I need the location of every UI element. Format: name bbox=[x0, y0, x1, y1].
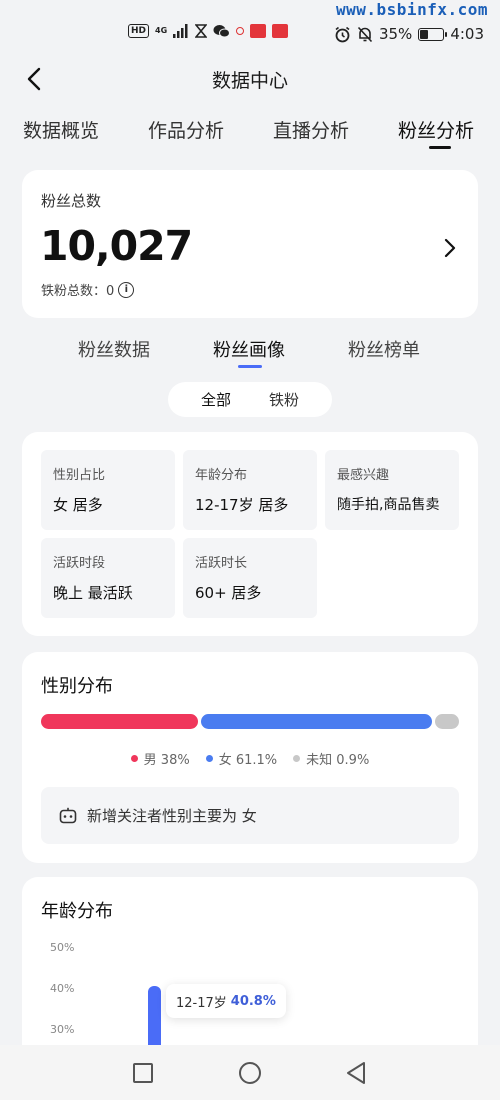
header: 数据中心 bbox=[0, 60, 500, 100]
tile-value: 随手拍,商品售卖 bbox=[337, 497, 440, 513]
status-icons-left: HD 4G bbox=[128, 24, 289, 38]
hourglass-icon bbox=[195, 24, 208, 38]
legend-dot bbox=[293, 755, 301, 762]
tab-works-analysis[interactable]: 作品分析 bbox=[148, 116, 224, 143]
top-tabs: 数据概览 作品分析 直播分析 粉丝分析 bbox=[0, 112, 500, 158]
bar-tooltip: 12-17岁 40.8% bbox=[166, 984, 286, 1018]
legend-unknown: 未知 0.9% bbox=[293, 749, 369, 768]
fans-total-label: 粉丝总数 bbox=[41, 192, 102, 210]
tile-top-interest: 最感兴趣 随手拍,商品售卖 bbox=[325, 450, 459, 530]
y-tick-label: 40% bbox=[50, 982, 75, 995]
tile-value: 女 居多 bbox=[53, 496, 103, 514]
legend-dot bbox=[205, 755, 213, 762]
tile-label: 活跃时段 bbox=[53, 556, 106, 571]
system-nav-bar bbox=[0, 1045, 500, 1100]
legend-label: 男 38% bbox=[143, 753, 190, 768]
subtab-fans-portrait[interactable]: 粉丝画像 bbox=[213, 336, 285, 362]
tab-overview[interactable]: 数据概览 bbox=[23, 116, 99, 143]
recent-apps-icon[interactable] bbox=[129, 1059, 157, 1087]
iron-fans-row: 铁粉总数：0 i bbox=[41, 280, 135, 299]
legend-label: 未知 0.9% bbox=[306, 753, 370, 768]
tile-gender-ratio: 性别占比 女 居多 bbox=[41, 450, 175, 530]
subtab-indicator bbox=[238, 365, 262, 368]
battery-percent: 35% bbox=[378, 25, 413, 43]
home-icon[interactable] bbox=[236, 1059, 264, 1087]
tile-active-period: 活跃时段 晚上 最活跃 bbox=[41, 538, 175, 618]
hd-icon: HD bbox=[128, 24, 150, 38]
tile-label: 性别占比 bbox=[53, 468, 106, 483]
filter-toggle: 全部 铁粉 bbox=[168, 382, 332, 417]
legend-dot bbox=[130, 755, 138, 762]
tile-label: 年龄分布 bbox=[195, 468, 248, 483]
tile-label: 最感兴趣 bbox=[337, 468, 390, 483]
gender-distribution-card: 性别分布 男 38% 女 61.1% 未知 0.9% 新增关注者性别主要为 女 bbox=[22, 652, 478, 863]
info-icon[interactable]: i bbox=[118, 281, 135, 298]
y-tick-label: 50% bbox=[50, 941, 75, 954]
tooltip-value: 40.8% bbox=[230, 993, 276, 1009]
robot-icon bbox=[59, 807, 77, 824]
active-tab-indicator bbox=[429, 146, 451, 149]
portrait-summary-card: 性别占比 女 居多 年龄分布 12-17岁 居多 最感兴趣 随手拍,商品售卖 活… bbox=[22, 432, 478, 636]
fans-total-count: 10,027 bbox=[40, 222, 193, 270]
notification-dot-icon bbox=[236, 27, 245, 35]
tooltip-category: 12-17岁 bbox=[176, 995, 227, 1011]
wechat-icon bbox=[213, 25, 231, 38]
y-tick-label: 30% bbox=[50, 1023, 75, 1036]
mute-bell-icon bbox=[357, 26, 373, 42]
tile-value: 晚上 最活跃 bbox=[53, 584, 133, 602]
legend-label: 女 61.1% bbox=[218, 753, 278, 768]
subtab-fans-data[interactable]: 粉丝数据 bbox=[78, 336, 150, 362]
tab-live-analysis[interactable]: 直播分析 bbox=[273, 116, 349, 143]
iron-fans-label: 铁粉总数：0 bbox=[41, 284, 115, 299]
app-notification-icon-2 bbox=[272, 24, 289, 38]
tab-fans-analysis[interactable]: 粉丝分析 bbox=[398, 116, 474, 143]
status-bar: HD 4G www.bsbinfx.com 35% 4:03 bbox=[0, 0, 500, 60]
app-notification-icon bbox=[250, 24, 267, 38]
insight-text: 新增关注者性别主要为 女 bbox=[87, 807, 257, 825]
tile-age-distribution: 年龄分布 12-17岁 居多 bbox=[183, 450, 317, 530]
signal-icon bbox=[173, 24, 188, 38]
status-icons-right: 35% 4:03 bbox=[334, 25, 484, 43]
subtab-fans-ranking[interactable]: 粉丝榜单 bbox=[348, 336, 420, 362]
toggle-iron-fans[interactable]: 铁粉 bbox=[269, 389, 299, 410]
watermark: www.bsbinfx.com bbox=[336, 0, 488, 19]
tile-label: 活跃时长 bbox=[195, 556, 248, 571]
legend-male: 男 38% bbox=[130, 749, 190, 768]
section-title: 年龄分布 bbox=[41, 901, 113, 922]
tile-active-duration: 活跃时长 60+ 居多 bbox=[183, 538, 317, 618]
gender-bar-segment-女 bbox=[200, 714, 432, 729]
alarm-icon bbox=[335, 26, 350, 42]
page-title: 数据中心 bbox=[211, 70, 288, 92]
back-triangle-icon[interactable] bbox=[342, 1059, 370, 1087]
legend-female: 女 61.1% bbox=[205, 749, 278, 768]
gender-insight-note: 新增关注者性别主要为 女 bbox=[41, 787, 459, 844]
fans-total-card[interactable]: 粉丝总数 10,027 铁粉总数：0 i bbox=[22, 170, 478, 318]
gender-bar-segment-未知 bbox=[435, 714, 459, 729]
chevron-right-icon[interactable] bbox=[440, 236, 460, 260]
tile-value: 12-17岁 居多 bbox=[195, 496, 289, 514]
tile-value: 60+ 居多 bbox=[195, 584, 262, 602]
section-title: 性别分布 bbox=[41, 676, 113, 697]
gender-bar-segment-男 bbox=[41, 714, 198, 729]
toggle-all[interactable]: 全部 bbox=[201, 389, 231, 410]
clock: 4:03 bbox=[450, 25, 484, 43]
gender-legend: 男 38% 女 61.1% 未知 0.9% bbox=[22, 749, 478, 768]
network-type: 4G bbox=[155, 26, 168, 35]
battery-icon bbox=[418, 27, 448, 41]
